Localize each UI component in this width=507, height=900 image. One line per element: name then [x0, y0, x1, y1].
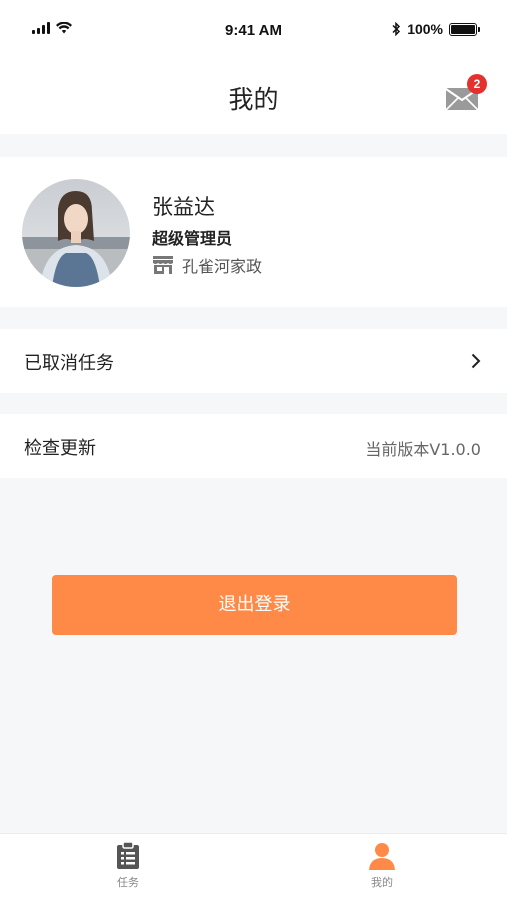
user-name: 张益达	[152, 195, 215, 219]
check-update-row[interactable]: 检查更新 当前版本V1.0.0	[0, 414, 507, 478]
chevron-right-icon	[471, 353, 481, 369]
tab-mine-label: 我的	[371, 876, 393, 889]
organization-name: 孔雀河家政	[182, 257, 263, 276]
page-title: 我的	[228, 85, 279, 114]
app-screen: 9:41 AM 100% 我的 2 张益达 超级管理员 孔雀河家政 已取消任务 …	[0, 0, 507, 900]
user-role: 超级管理员	[152, 229, 233, 248]
logout-button[interactable]: 退出登录	[52, 575, 457, 635]
tab-tasks[interactable]: 任务	[88, 842, 168, 890]
battery-percent: 100%	[407, 21, 443, 37]
status-bar: 9:41 AM 100%	[0, 0, 507, 62]
person-icon	[369, 843, 395, 870]
tab-mine[interactable]: 我的	[342, 842, 422, 890]
messages-button[interactable]: 2	[445, 74, 487, 112]
tab-tasks-label: 任务	[117, 876, 139, 889]
battery-indicators: 100%	[391, 21, 480, 37]
unread-badge: 2	[467, 74, 487, 94]
organization-row: 孔雀河家政	[152, 253, 262, 277]
avatar[interactable]	[22, 179, 130, 287]
bluetooth-icon	[392, 22, 401, 36]
nav-bar: 我的 2	[0, 62, 507, 134]
cancelled-tasks-label: 已取消任务	[24, 353, 114, 374]
version-text: 当前版本V1.0.0	[365, 440, 481, 459]
battery-icon	[449, 22, 480, 36]
tab-bar: 任务 我的	[0, 833, 507, 900]
cancelled-tasks-row[interactable]: 已取消任务	[0, 329, 507, 393]
clipboard-icon	[117, 842, 139, 869]
store-icon	[153, 256, 173, 274]
check-update-label: 检查更新	[24, 438, 96, 459]
profile-card: 张益达 超级管理员 孔雀河家政	[0, 157, 507, 307]
